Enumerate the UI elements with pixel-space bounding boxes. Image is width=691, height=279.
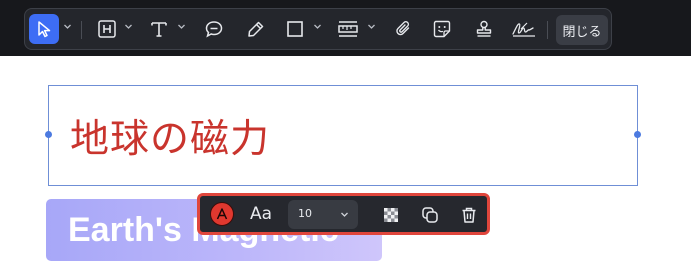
chevron-down-icon[interactable] [177,22,186,31]
rectangle-icon [287,21,303,37]
trash-icon [462,207,476,223]
sticker-face-icon [433,20,451,38]
pencil-icon [248,21,264,37]
attach-tool-button[interactable] [391,14,417,44]
sticker-tool-button[interactable] [429,14,455,44]
resize-handle-left[interactable] [45,131,52,138]
cursor-arrow-icon [38,21,51,38]
close-button[interactable]: 閉じる [556,15,608,45]
font-size-select[interactable]: 10 [288,200,358,229]
signature-tool-button[interactable] [509,14,539,44]
resize-handle-right[interactable] [634,131,641,138]
chevron-down-icon [341,212,348,217]
font-size-value: 10 [298,207,312,220]
signature-icon [512,22,535,37]
top-bar: 閉じる [0,0,691,56]
heading-tool-button[interactable] [95,14,119,44]
speech-bubble-icon [205,21,223,38]
stamp-tool-button[interactable] [471,14,497,44]
copy-icon [422,207,438,223]
opacity-button[interactable] [380,202,402,228]
select-tool-button[interactable] [29,14,59,44]
heading-box-icon [98,20,116,38]
highlight-tool-button[interactable] [243,14,269,44]
paperclip-icon [396,21,410,36]
chevron-down-icon[interactable] [63,22,72,31]
checkerboard-icon [384,208,398,222]
title-text[interactable]: 地球の磁力 [70,108,270,164]
toolbar-divider [547,21,548,39]
stamp-icon [476,20,492,37]
text-color-button[interactable] [210,202,234,226]
letter-a-icon [216,208,228,220]
duplicate-button[interactable] [418,202,442,228]
measure-tool-button[interactable] [335,14,361,44]
chevron-down-icon[interactable] [367,22,376,31]
chevron-down-icon[interactable] [313,22,322,31]
font-button[interactable]: Aa [250,204,272,224]
text-tool-button[interactable] [147,14,171,44]
shape-tool-button[interactable] [283,14,307,44]
delete-button[interactable] [457,202,481,228]
chevron-down-icon[interactable] [124,22,133,31]
comment-tool-button[interactable] [201,14,227,44]
toolbar-divider [81,21,82,39]
text-t-icon [151,22,167,37]
ruler-icon [338,21,358,37]
text-format-toolbar: Aa 10 [197,193,490,235]
annotation-toolbar: 閉じる [24,8,612,50]
